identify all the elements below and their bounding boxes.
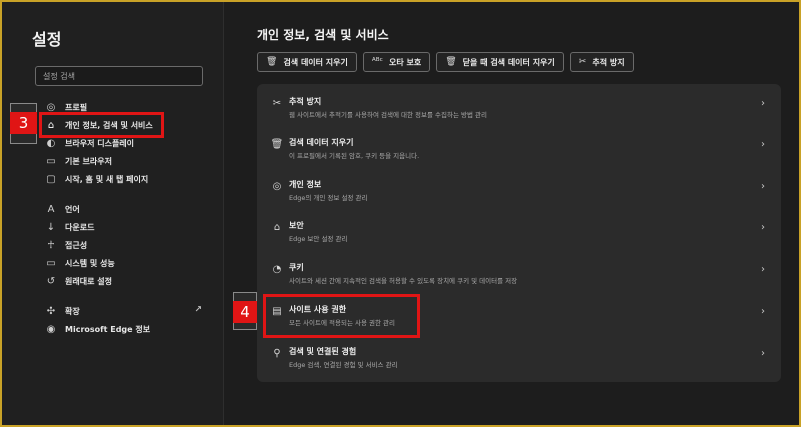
row-search-services[interactable]: ⚲ 검색 및 연결된 경험 Edge 검색, 연결된 경험 및 서비스 관리 ›: [257, 338, 781, 376]
chevron-right-icon: ›: [761, 306, 765, 317]
typo-protection-button[interactable]: ᴬᴮᶜ 오타 보호: [362, 52, 431, 72]
row-cookies[interactable]: ◔ 쿠키 사이트와 세션 간에 지속적인 검색을 허용할 수 있도록 장치에 쿠…: [257, 254, 781, 292]
sidebar-title: 설정: [32, 30, 62, 49]
row-title: 쿠키: [289, 263, 304, 272]
sidebar-item-downloads[interactable]: ↓ 다운로드: [44, 218, 214, 236]
trash-clock-icon: 🗑: [445, 57, 457, 67]
cookie-icon: ◔: [272, 263, 282, 275]
tracking-prevention-button[interactable]: ✂ 추적 방지: [569, 52, 634, 72]
sidebar-item-default-browser[interactable]: ▭ 기본 브라우저: [44, 152, 214, 170]
row-clear-browsing-data[interactable]: 🗑 검색 데이터 지우기 이 프로필에서 기록된 암호, 쿠키 등을 지웁니다.…: [257, 129, 781, 167]
row-subtitle: Edge의 개인 정보 설정 관리: [289, 194, 368, 202]
sidebar-item-label: 시작, 홈 및 새 탭 페이지: [65, 174, 149, 184]
sidebar-item-reset[interactable]: ↺ 원래대로 설정: [44, 272, 214, 290]
lock-icon: ⌂: [273, 221, 281, 233]
sidebar-item-language[interactable]: A 언어: [44, 200, 214, 218]
trash-icon: 🗑: [270, 138, 284, 150]
step4-highlight: [263, 294, 420, 338]
quick-actions: 🗑 검색 데이터 지우기 ᴬᴮᶜ 오타 보호 🗑 닫을 때 검색 데이터 지우기…: [257, 52, 634, 72]
page-title: 개인 정보, 검색 및 서비스: [257, 28, 389, 42]
privacy-icon: ◎: [272, 180, 282, 192]
chevron-right-icon: ›: [761, 139, 765, 150]
row-title: 보안: [289, 221, 304, 230]
chevron-right-icon: ›: [761, 181, 765, 192]
reset-icon: ↺: [46, 275, 56, 287]
row-subtitle: 이 프로필에서 기록된 암호, 쿠키 등을 지웁니다.: [289, 152, 420, 160]
external-link-icon: ↗: [194, 305, 202, 315]
palette-icon: ◐: [46, 137, 56, 149]
browser-icon: ▭: [46, 155, 56, 167]
button-label: 오타 보호: [389, 57, 422, 67]
sidebar-item-label: 브라우저 디스플레이: [65, 138, 135, 148]
extension-icon: ✣: [46, 305, 56, 317]
chevron-right-icon: ›: [761, 264, 765, 275]
chevron-right-icon: ›: [761, 348, 765, 359]
sidebar-item-label: 원래대로 설정: [65, 276, 112, 286]
sidebar-item-label: Microsoft Edge 정보: [65, 324, 151, 334]
home-icon: ▢: [46, 173, 56, 185]
tracking-icon: ✂: [578, 57, 587, 67]
row-subtitle: Edge 검색, 연결된 경험 및 서비스 관리: [289, 361, 398, 369]
sidebar: 설정 설정 검색 ◎ 프로필 ⌂ 개인 정보, 검색 및 서비스 ◐ 브라우저 …: [2, 2, 224, 425]
row-subtitle: 웹 사이트에서 추적기를 사용하여 검색에 대한 정보를 수집하는 방법 관리: [289, 111, 487, 119]
clear-browsing-data-button[interactable]: 🗑 검색 데이터 지우기: [257, 52, 357, 72]
download-icon: ↓: [46, 221, 56, 233]
row-security[interactable]: ⌂ 보안 Edge 보안 설정 관리 ›: [257, 212, 781, 250]
sidebar-item-start-home[interactable]: ▢ 시작, 홈 및 새 탭 페이지: [44, 170, 214, 188]
step4-badge: 4: [233, 301, 257, 323]
spellcheck-icon: ᴬᴮᶜ: [371, 57, 383, 67]
button-label: 닫을 때 검색 데이터 지우기: [462, 57, 555, 67]
trash-icon: 🗑: [266, 57, 278, 67]
row-title: 개인 정보: [289, 180, 322, 189]
language-icon: A: [47, 203, 55, 215]
sidebar-item-label: 프로필: [65, 102, 88, 112]
step3-badge: 3: [10, 112, 37, 134]
search-icon: ⚲: [273, 347, 281, 359]
sidebar-item-accessibility[interactable]: ☥ 접근성: [44, 236, 214, 254]
row-tracking-prevention[interactable]: ✂ 추적 방지 웹 사이트에서 추적기를 사용하여 검색에 대한 정보를 수집하…: [257, 88, 781, 126]
row-privacy[interactable]: ◎ 개인 정보 Edge의 개인 정보 설정 관리 ›: [257, 171, 781, 209]
row-title: 검색 및 연결된 경험: [289, 347, 357, 356]
sidebar-item-label: 접근성: [65, 240, 88, 250]
row-title: 검색 데이터 지우기: [289, 138, 354, 147]
chevron-right-icon: ›: [761, 98, 765, 109]
sidebar-item-system[interactable]: ▭ 시스템 및 성능: [44, 254, 214, 272]
button-label: 추적 방지: [592, 57, 625, 67]
row-title: 추적 방지: [289, 97, 322, 106]
step3-highlight: [39, 112, 164, 138]
button-label: 검색 데이터 지우기: [283, 57, 348, 67]
edge-icon: ◉: [46, 323, 56, 335]
sidebar-item-label: 기본 브라우저: [65, 156, 112, 166]
sidebar-item-label: 시스템 및 성능: [65, 258, 115, 268]
system-icon: ▭: [46, 257, 56, 269]
tracking-icon: ✂: [272, 97, 282, 109]
sidebar-item-label: 다운로드: [65, 222, 95, 232]
sidebar-item-about[interactable]: ◉ Microsoft Edge 정보: [44, 320, 214, 338]
chevron-right-icon: ›: [761, 222, 765, 233]
sidebar-item-extensions[interactable]: ✣ 확장 ↗: [44, 302, 214, 320]
accessibility-icon: ☥: [47, 239, 55, 251]
main-content: 개인 정보, 검색 및 서비스 🗑 검색 데이터 지우기 ᴬᴮᶜ 오타 보호 🗑…: [225, 2, 799, 425]
clear-on-close-button[interactable]: 🗑 닫을 때 검색 데이터 지우기: [436, 52, 564, 72]
sidebar-item-label: 언어: [65, 204, 80, 214]
settings-window: 설정 설정 검색 ◎ 프로필 ⌂ 개인 정보, 검색 및 서비스 ◐ 브라우저 …: [2, 2, 799, 425]
sidebar-item-label: 확장: [65, 306, 80, 316]
settings-search-input[interactable]: 설정 검색: [35, 66, 203, 86]
row-subtitle: Edge 보안 설정 관리: [289, 235, 348, 243]
row-subtitle: 사이트와 세션 간에 지속적인 검색을 허용할 수 있도록 장치에 쿠키 및 데…: [289, 277, 518, 285]
